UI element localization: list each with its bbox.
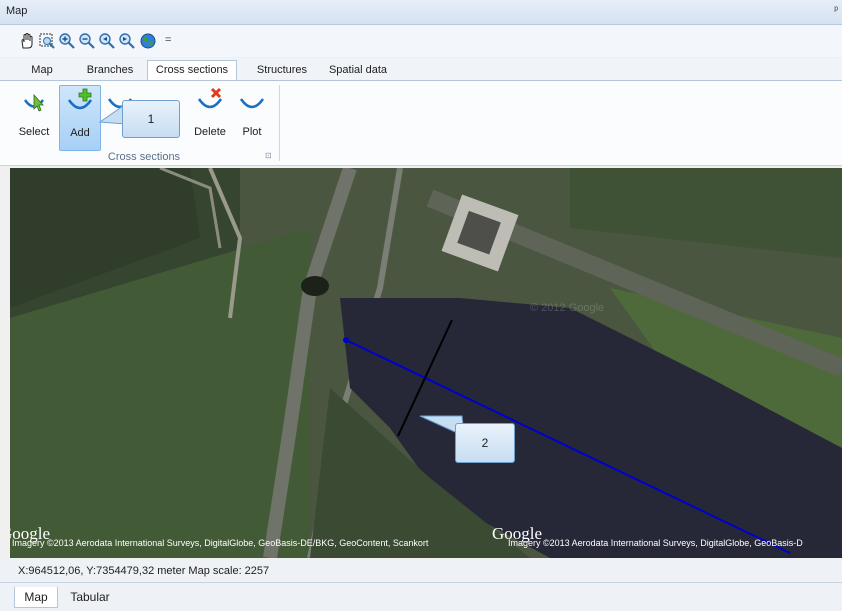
coordinate-readout: X:964512,06, Y:7354479,32 meter Map scal…	[18, 565, 270, 577]
tab-structures[interactable]: Structures	[252, 61, 312, 80]
tab-spatial-data[interactable]: Spatial data	[322, 61, 394, 80]
window-title: Map	[6, 5, 28, 17]
select-cursor-icon	[23, 93, 45, 112]
group-separator	[279, 85, 280, 161]
attribution-left: Imagery ©2013 Aerodata International Sur…	[12, 538, 429, 548]
watermark: © 2012 Google	[530, 302, 605, 314]
delete-label: Delete	[194, 126, 226, 138]
add-cross-section-icon	[67, 88, 93, 110]
callout-1: 1	[122, 100, 180, 138]
zoom-in-icon[interactable]	[58, 32, 76, 50]
select-button[interactable]: Select	[14, 85, 54, 149]
delete-button[interactable]: Delete	[190, 85, 230, 149]
delete-cross-section-icon	[197, 87, 223, 109]
plot-button[interactable]: Plot	[234, 85, 270, 149]
branch-node	[343, 337, 349, 343]
ribbon-tabs: Map Branches Cross sections Structures S…	[0, 58, 842, 80]
zoom-box-icon[interactable]	[38, 32, 56, 50]
zoom-next-icon[interactable]	[118, 32, 136, 50]
satellite-imagery	[10, 168, 842, 558]
group-launcher-icon[interactable]: ⊡	[265, 151, 272, 160]
attribution-right: Imagery ©2013 Aerodata International Sur…	[508, 538, 803, 548]
plot-cross-section-icon	[239, 98, 265, 109]
tab-map-view[interactable]: Map	[14, 587, 58, 608]
pin-icon[interactable]: ᵖ	[834, 5, 838, 16]
view-tabs: Map Tabular	[0, 582, 842, 611]
zoom-out-icon[interactable]	[78, 32, 96, 50]
add-label: Add	[70, 127, 90, 139]
tab-branches[interactable]: Branches	[80, 61, 140, 80]
tab-map[interactable]: Map	[22, 61, 62, 80]
map-toolbar: =	[0, 25, 842, 57]
callout-2: 2	[455, 423, 515, 463]
tab-cross-sections[interactable]: Cross sections	[147, 60, 237, 80]
select-label: Select	[18, 126, 50, 138]
toolbar-overflow-icon[interactable]: =	[165, 34, 171, 46]
map-view[interactable]: © 2012 Google Google Imagery ©2013 Aerod…	[10, 168, 842, 558]
tab-tabular-view[interactable]: Tabular	[62, 587, 118, 607]
globe-icon[interactable]	[139, 32, 157, 50]
zoom-previous-icon[interactable]	[98, 32, 116, 50]
status-bar: X:964512,06, Y:7354479,32 meter Map scal…	[0, 560, 842, 582]
pan-icon[interactable]	[18, 32, 36, 50]
plot-label: Plot	[242, 126, 262, 138]
group-label: Cross sections	[107, 151, 181, 163]
window-titlebar: Map ᵖ	[0, 0, 842, 25]
